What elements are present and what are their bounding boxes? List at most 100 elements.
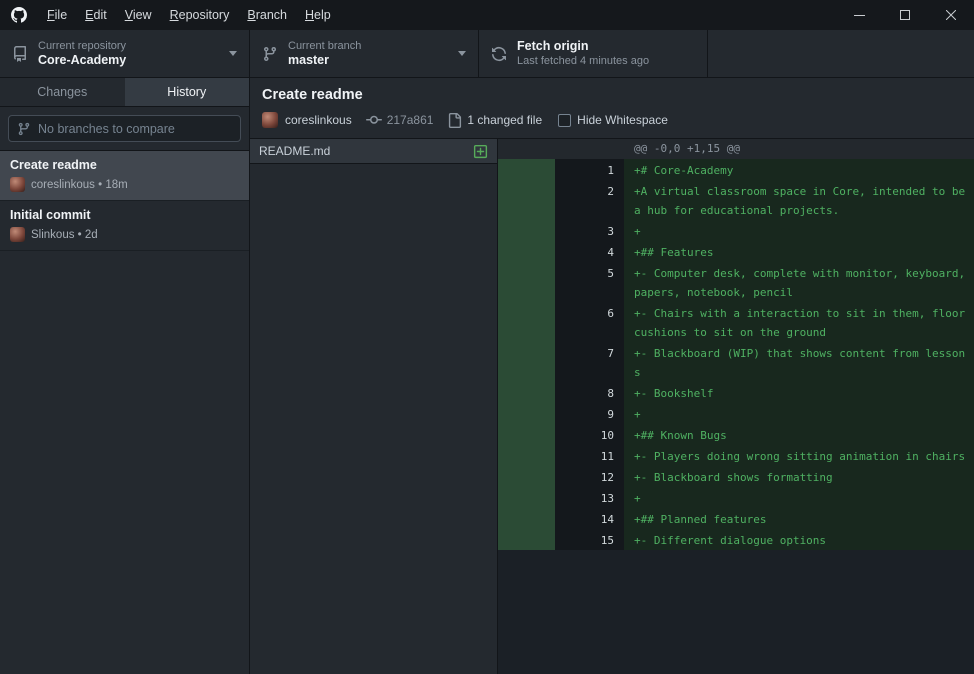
diff-gutter-old (498, 159, 555, 180)
menu-edit[interactable]: Edit (76, 0, 116, 30)
hide-whitespace-label: Hide Whitespace (577, 113, 668, 127)
tab-history[interactable]: History (125, 78, 250, 106)
commit-list-item[interactable]: Initial commit Slinkous • 2d (0, 201, 249, 251)
hunk-gutter (498, 139, 555, 159)
toolbar: Current repository Core-Academy Current … (0, 30, 974, 78)
menu-branch[interactable]: Branch (238, 0, 296, 30)
menu-help[interactable]: Help (296, 0, 340, 30)
current-branch-selector[interactable]: Current branch master (250, 30, 479, 77)
sync-icon (491, 46, 507, 62)
commit-title: Create readme (10, 158, 239, 172)
menu-bar: FileEditViewRepositoryBranchHelp (38, 0, 340, 30)
diff-line-text: +- Bookshelf (624, 382, 974, 403)
menu-file[interactable]: File (38, 0, 76, 30)
window-controls (836, 0, 974, 30)
diff-gutter-old (498, 529, 555, 550)
diff-gutter-old (498, 262, 555, 302)
diff-line: 11+- Players doing wrong sitting animati… (498, 445, 974, 466)
file-list-item[interactable]: README.md (250, 139, 497, 164)
commit-author-time: Slinkous • 2d (31, 229, 98, 241)
diff-line: 4+## Features (498, 241, 974, 262)
chevron-down-icon (458, 51, 466, 56)
diff-line: 3+ (498, 220, 974, 241)
changed-files-list: README.md (250, 139, 498, 674)
branch-selector-label: Current branch (288, 39, 361, 53)
commit-detail-header: Create readme coreslinkous 217a861 1 cha… (250, 78, 974, 139)
file-added-icon (473, 144, 488, 159)
tab-changes[interactable]: Changes (0, 78, 125, 106)
diff-area: README.md @@ -0,0 +1,15 @@ 1+# Core-Acad… (250, 139, 974, 674)
diff-line: 10+## Known Bugs (498, 424, 974, 445)
compare-branch-input[interactable] (38, 122, 232, 136)
diff-view: @@ -0,0 +1,15 @@ 1+# Core-Academy2+A vir… (498, 139, 974, 674)
diff-line-number: 12 (555, 466, 624, 487)
diff-line: 1+# Core-Academy (498, 159, 974, 180)
author-avatar (262, 112, 278, 128)
changes-history-tabs: ChangesHistory (0, 78, 249, 107)
diff-line-text: +- Different dialogue options (624, 529, 974, 550)
diff-line: 14+## Planned features (498, 508, 974, 529)
repo-icon (12, 46, 28, 62)
diff-gutter-old (498, 342, 555, 382)
commit-list-item[interactable]: Create readme coreslinkous • 18m (0, 151, 249, 201)
commit-meta: coreslinkous • 18m (10, 177, 239, 192)
diff-line-text: +## Planned features (624, 508, 974, 529)
diff-gutter-old (498, 302, 555, 342)
diff-line-text: +A virtual classroom space in Core, inte… (624, 180, 974, 220)
github-desktop-window: FileEditViewRepositoryBranchHelp Current… (0, 0, 974, 674)
commit-history-list: Create readme coreslinkous • 18m Initial c… (0, 151, 249, 674)
diff-lines: 1+# Core-Academy2+A virtual classroom sp… (498, 159, 974, 550)
fetch-origin-button[interactable]: Fetch origin Last fetched 4 minutes ago (479, 30, 708, 77)
diff-line-number: 14 (555, 508, 624, 529)
git-branch-icon (17, 122, 31, 136)
diff-line: 12+- Blackboard shows formatting (498, 466, 974, 487)
diff-line-text: +# Core-Academy (624, 159, 974, 180)
diff-line-text: +## Known Bugs (624, 424, 974, 445)
diff-line: 13+ (498, 487, 974, 508)
diff-line-number: 7 (555, 342, 624, 382)
compare-branch-box[interactable] (8, 115, 241, 142)
menu-repository[interactable]: Repository (161, 0, 239, 30)
fetch-origin-subtitle: Last fetched 4 minutes ago (517, 54, 649, 68)
diff-line-text: +- Players doing wrong sitting animation… (624, 445, 974, 466)
diff-gutter-old (498, 487, 555, 508)
close-button[interactable] (928, 0, 974, 30)
menu-view[interactable]: View (116, 0, 161, 30)
branch-selector-value: master (288, 53, 361, 68)
github-logo-icon (11, 7, 27, 23)
minimize-button[interactable] (836, 0, 882, 30)
diff-line-number: 8 (555, 382, 624, 403)
diff-gutter-old (498, 382, 555, 403)
commit-meta: Slinkous • 2d (10, 227, 239, 242)
diff-gutter-old (498, 445, 555, 466)
file-name: README.md (259, 144, 330, 158)
git-commit-icon (366, 112, 382, 128)
diff-line-number: 15 (555, 529, 624, 550)
commit-author: coreslinkous (285, 113, 352, 127)
hunk-header: @@ -0,0 +1,15 @@ (498, 139, 974, 159)
diff-line-text: +## Features (624, 241, 974, 262)
diff-line-number: 6 (555, 302, 624, 342)
diff-line-text: + (624, 220, 974, 241)
chevron-down-icon (229, 51, 237, 56)
diff-line-number: 13 (555, 487, 624, 508)
avatar (10, 177, 25, 192)
diff-line: 15+- Different dialogue options (498, 529, 974, 550)
commit-title-heading: Create readme (262, 87, 962, 103)
hunk-gutter (555, 139, 624, 159)
fetch-origin-title: Fetch origin (517, 39, 649, 54)
repository-selector-value: Core-Academy (38, 53, 126, 68)
git-branch-icon (262, 46, 278, 62)
maximize-button[interactable] (882, 0, 928, 30)
commit-title: Initial commit (10, 208, 239, 222)
diff-line-number: 1 (555, 159, 624, 180)
hunk-header-text: @@ -0,0 +1,15 @@ (624, 139, 740, 159)
diff-line-text: +- Chairs with a interaction to sit in t… (624, 302, 974, 342)
diff-line-number: 11 (555, 445, 624, 466)
diff-gutter-old (498, 180, 555, 220)
diff-line-number: 10 (555, 424, 624, 445)
hide-whitespace-checkbox[interactable] (558, 114, 571, 127)
diff-line: 8+- Bookshelf (498, 382, 974, 403)
commit-detail-panel: Create readme coreslinkous 217a861 1 cha… (250, 78, 974, 674)
current-repository-selector[interactable]: Current repository Core-Academy (0, 30, 250, 77)
